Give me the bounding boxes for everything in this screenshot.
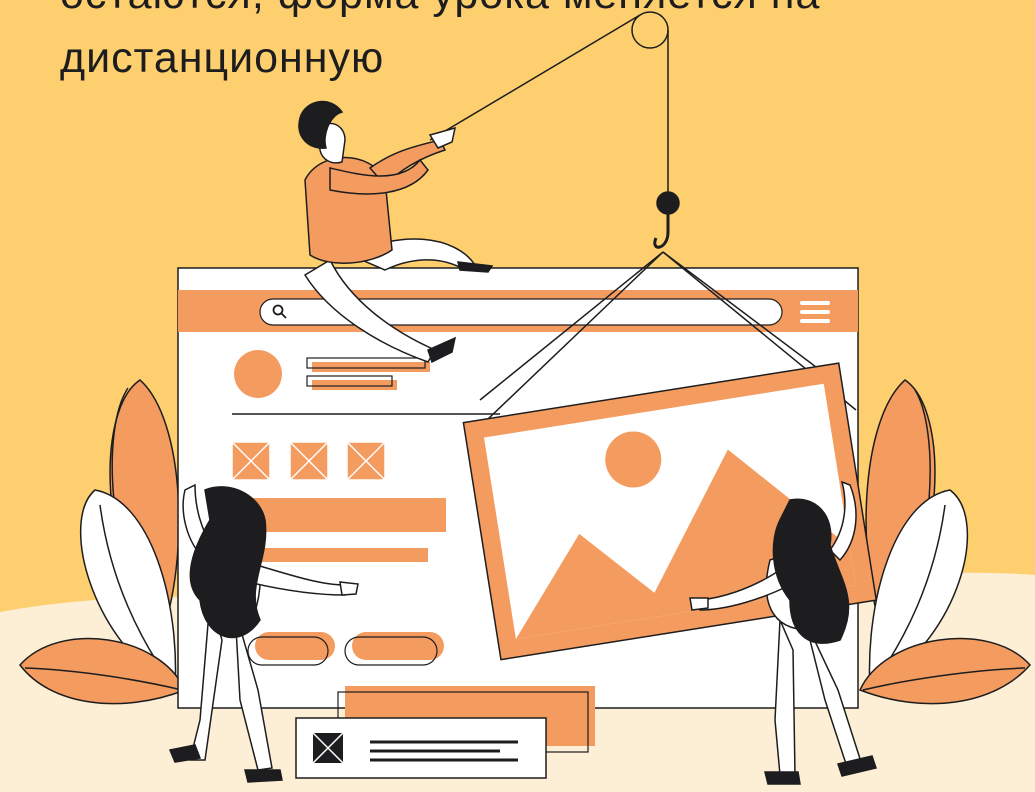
pill-button-2[interactable] bbox=[352, 632, 444, 660]
profile-line-1 bbox=[312, 362, 430, 372]
profile-line-2 bbox=[312, 380, 397, 390]
left-plant bbox=[19, 379, 187, 705]
avatar bbox=[234, 350, 282, 398]
pill-button-1[interactable] bbox=[255, 632, 335, 660]
crossed-box-icon bbox=[231, 441, 386, 481]
illustration bbox=[0, 11, 1035, 792]
right-plant bbox=[858, 379, 1032, 705]
checkbox-icon bbox=[312, 732, 344, 764]
